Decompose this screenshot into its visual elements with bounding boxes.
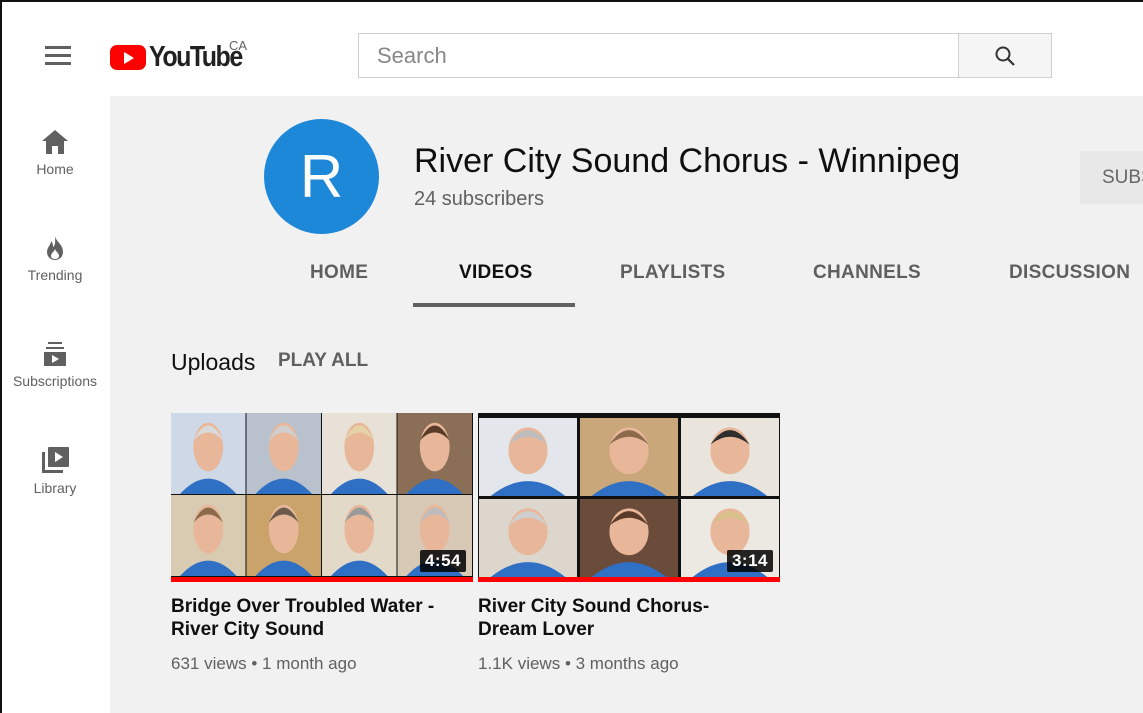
home-icon bbox=[42, 130, 68, 154]
tab-discussion[interactable]: DISCUSSION bbox=[1009, 262, 1130, 284]
video-title[interactable]: River City Sound Chorus- Dream Lover bbox=[478, 595, 773, 641]
video-title-line: River City Sound Chorus- bbox=[478, 596, 710, 617]
meta-separator: • bbox=[564, 654, 571, 673]
watched-progress-bar bbox=[478, 577, 780, 582]
sidebar-item-trending[interactable]: Trending bbox=[0, 235, 110, 283]
participant-tile bbox=[322, 413, 397, 494]
hamburger-icon[interactable] bbox=[44, 45, 72, 67]
youtube-logo[interactable]: YouTube CA bbox=[110, 38, 247, 73]
youtube-play-icon bbox=[110, 44, 146, 70]
participant-tile bbox=[246, 413, 321, 494]
video-title[interactable]: Bridge Over Troubled Water - River City … bbox=[171, 595, 466, 641]
uploads-section: Uploads PLAY ALL 4:54 Bridge Over Troubl… bbox=[110, 309, 1143, 713]
tab-channels[interactable]: CHANNELS bbox=[813, 262, 921, 284]
tab-playlists[interactable]: PLAYLISTS bbox=[620, 262, 725, 284]
video-title-line: Bridge Over Troubled Water - bbox=[171, 596, 435, 617]
sidebar-item-home[interactable]: Home bbox=[0, 129, 110, 177]
subscriber-count: 24 subscribers bbox=[414, 188, 545, 210]
video-card[interactable]: 4:54 Bridge Over Troubled Water - River … bbox=[171, 413, 473, 674]
view-count: 1.1K views bbox=[478, 654, 561, 673]
play-all-button[interactable]: PLAY ALL bbox=[278, 350, 368, 372]
video-thumbnail[interactable]: 3:14 bbox=[478, 413, 780, 582]
uploads-title[interactable]: Uploads bbox=[171, 349, 255, 376]
sidebar-item-label: Home bbox=[36, 161, 74, 177]
active-tab-indicator bbox=[413, 303, 575, 307]
meta-separator: • bbox=[251, 654, 258, 673]
sidebar-item-label: Trending bbox=[27, 267, 83, 283]
channel-header: R River City Sound Chorus - Winnipeg 24 … bbox=[110, 96, 1143, 309]
library-icon bbox=[42, 447, 69, 473]
search-input[interactable] bbox=[359, 34, 958, 77]
participant-tile bbox=[171, 495, 246, 576]
upload-age: 1 month ago bbox=[262, 654, 357, 673]
video-metadata: 1.1K views • 3 months ago bbox=[478, 654, 780, 674]
sidebar-item-label: Library bbox=[33, 480, 77, 496]
tab-videos[interactable]: VIDEOS bbox=[459, 262, 533, 284]
participant-tile bbox=[479, 499, 577, 577]
participant-tile bbox=[580, 499, 678, 577]
sidebar: Home Trending Subscriptions Library bbox=[0, 96, 110, 713]
masthead: YouTube CA bbox=[0, 0, 1143, 96]
video-duration: 4:54 bbox=[419, 550, 466, 572]
sidebar-item-library[interactable]: Library bbox=[0, 446, 110, 496]
tab-home[interactable]: HOME bbox=[310, 262, 368, 284]
subscribe-button[interactable]: SUBS bbox=[1080, 151, 1143, 204]
participant-tile bbox=[171, 413, 246, 494]
participant-tile bbox=[397, 413, 472, 494]
video-metadata: 631 views • 1 month ago bbox=[171, 654, 473, 674]
logo-text: YouTube bbox=[149, 40, 243, 73]
video-duration: 3:14 bbox=[726, 550, 773, 572]
video-title-line: River City Sound bbox=[171, 619, 325, 640]
search-icon bbox=[995, 46, 1015, 66]
participant-tile bbox=[322, 495, 397, 576]
video-thumbnail[interactable]: 4:54 bbox=[171, 413, 473, 582]
flame-icon bbox=[47, 236, 63, 260]
logo-country-code: CA bbox=[229, 38, 248, 53]
sidebar-item-subscriptions[interactable]: Subscriptions bbox=[0, 341, 110, 389]
participant-tile bbox=[580, 418, 678, 496]
subscriptions-icon bbox=[44, 342, 66, 366]
video-card[interactable]: 3:14 River City Sound Chorus- Dream Love… bbox=[478, 413, 780, 674]
channel-tabs: HOME VIDEOS PLAYLISTS CHANNELS DISCUSSIO… bbox=[110, 246, 1143, 309]
participant-tile bbox=[479, 418, 577, 496]
upload-age: 3 months ago bbox=[575, 654, 679, 673]
channel-name: River City Sound Chorus - Winnipeg bbox=[414, 142, 961, 180]
video-title-line: Dream Lover bbox=[478, 619, 595, 640]
search-box bbox=[358, 33, 959, 78]
view-count: 631 views bbox=[171, 654, 247, 673]
channel-avatar[interactable]: R bbox=[264, 119, 379, 234]
participant-tile bbox=[681, 418, 779, 496]
search-button[interactable] bbox=[958, 33, 1052, 78]
sidebar-item-label: Subscriptions bbox=[12, 373, 98, 389]
participant-tile bbox=[246, 495, 321, 576]
watched-progress-bar bbox=[171, 577, 473, 582]
